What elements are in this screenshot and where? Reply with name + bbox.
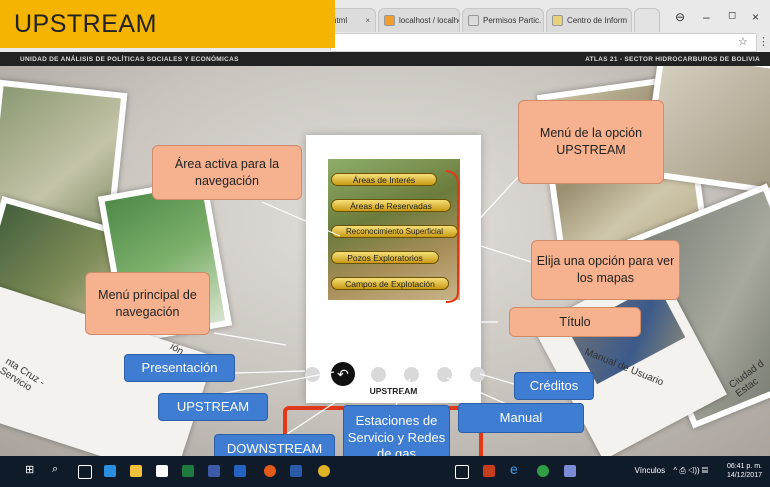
app-purple-icon[interactable] bbox=[564, 465, 576, 477]
app-green-icon[interactable] bbox=[537, 465, 549, 477]
tray-icons[interactable]: ^ ⎙ ◁)) ▤ bbox=[673, 466, 708, 475]
outlook-icon[interactable] bbox=[234, 465, 246, 477]
upstream-card: Áreas de Interés Áreas de Reservadas Rec… bbox=[306, 135, 481, 403]
label-creditos: Créditos bbox=[514, 372, 594, 400]
callout-menu-option: Menú de la opción UPSTREAM bbox=[518, 100, 664, 184]
file-explorer-icon[interactable] bbox=[130, 465, 142, 477]
task-view-icon[interactable] bbox=[78, 465, 92, 479]
excel-icon[interactable] bbox=[182, 465, 194, 477]
browser-menu-icon[interactable]: ⋮ bbox=[758, 35, 769, 48]
nav-dot-creditos[interactable] bbox=[470, 367, 485, 382]
nav-dot-downstream[interactable] bbox=[371, 367, 386, 382]
label-upstream: UPSTREAM bbox=[158, 393, 268, 421]
app-header: UNIDAD DE ANÁLISIS DE POLÍTICAS SOCIALES… bbox=[0, 52, 770, 66]
callout-main-menu: Menú principal de navegación bbox=[85, 272, 210, 335]
windows-taskbar: ⊞ ⌕ e Vínculos ^ ⎙ ◁)) ▤ 06:41 p. m. 14/… bbox=[0, 456, 770, 487]
search-icon[interactable]: ⌕ bbox=[52, 463, 64, 475]
clock-time: 06:41 p. m. bbox=[726, 463, 762, 470]
browser-tab-3[interactable]: Permisos Partic. y × bbox=[462, 8, 544, 32]
address-bar[interactable] bbox=[330, 33, 757, 52]
tab-label: Centro de Inform bbox=[567, 16, 628, 25]
map-thumbnail bbox=[648, 66, 770, 189]
tab-close-icon[interactable]: × bbox=[627, 16, 631, 25]
firefox-icon[interactable] bbox=[264, 465, 276, 477]
links-label[interactable]: Vínculos bbox=[634, 466, 665, 475]
app-icon[interactable] bbox=[208, 465, 220, 477]
powerpoint-icon[interactable] bbox=[483, 465, 495, 477]
tab-close-icon[interactable]: × bbox=[361, 16, 370, 25]
menu-item-pozos[interactable]: Pozos Exploratorios bbox=[331, 251, 439, 264]
menu-item-areas-reservadas[interactable]: Áreas de Reservadas bbox=[331, 199, 451, 212]
folder-icon bbox=[552, 15, 563, 26]
word-icon[interactable] bbox=[290, 465, 302, 477]
label-presentacion: Presentación bbox=[124, 354, 235, 382]
clock[interactable]: 06:41 p. m. 14/12/2017 bbox=[727, 462, 762, 480]
clock-date: 14/12/2017 bbox=[726, 472, 762, 480]
window-icon[interactable] bbox=[455, 465, 469, 479]
minimize-button[interactable]: – bbox=[703, 10, 710, 24]
close-window-button[interactable]: × bbox=[752, 10, 759, 24]
bookmark-star-icon[interactable]: ☆ bbox=[738, 35, 748, 48]
browser-tab-4[interactable]: Centro de Inform × bbox=[546, 8, 632, 32]
callout-choose-option: Elija una opción para ver los mapas bbox=[531, 240, 680, 300]
start-icon[interactable]: ⊞ bbox=[25, 463, 37, 476]
system-tray: Vínculos ^ ⎙ ◁)) ▤ bbox=[634, 466, 708, 476]
atlas-name: ATLAS 21 - SECTOR HIDROCARBUROS DE BOLIV… bbox=[585, 56, 760, 63]
nav-dot-upstream-active[interactable]: ↶ bbox=[331, 362, 355, 386]
card-title: UPSTREAM bbox=[369, 386, 418, 396]
edge-icon[interactable] bbox=[104, 465, 116, 477]
document-icon bbox=[468, 15, 479, 26]
chrome-icon[interactable] bbox=[318, 465, 330, 477]
menu-item-areas-interes[interactable]: Áreas de Interés bbox=[331, 173, 437, 186]
nav-dot-presentacion[interactable] bbox=[305, 367, 320, 382]
ie-icon[interactable]: e bbox=[510, 461, 522, 477]
maximize-button[interactable]: ◻ bbox=[728, 10, 736, 21]
org-name: UNIDAD DE ANÁLISIS DE POLÍTICAS SOCIALES… bbox=[20, 56, 239, 63]
account-icon[interactable]: ⊖ bbox=[675, 10, 685, 24]
tab-label: localhost / localho bbox=[399, 16, 460, 25]
callout-active-area: Área activa para la navegación bbox=[152, 145, 302, 200]
nav-dot-manual[interactable] bbox=[437, 367, 452, 382]
new-tab-button[interactable] bbox=[634, 8, 660, 32]
menu-item-campos[interactable]: Campos de Explotación bbox=[331, 277, 449, 290]
store-icon[interactable] bbox=[156, 465, 168, 477]
tab-label: Permisos Partic. y bbox=[483, 16, 544, 25]
browser-tab-2[interactable]: localhost / localho × bbox=[378, 8, 460, 32]
bolivia-map-thumbnail: Áreas de Interés Áreas de Reservadas Rec… bbox=[328, 159, 460, 300]
nav-dot-estaciones[interactable] bbox=[404, 367, 419, 382]
callout-title: Título bbox=[509, 307, 641, 337]
phpmyadmin-icon bbox=[384, 15, 395, 26]
label-manual: Manual bbox=[458, 403, 584, 433]
menu-item-reconocimiento[interactable]: Reconocimiento Superficial bbox=[331, 225, 458, 238]
overlay-title: UPSTREAM bbox=[0, 0, 335, 48]
